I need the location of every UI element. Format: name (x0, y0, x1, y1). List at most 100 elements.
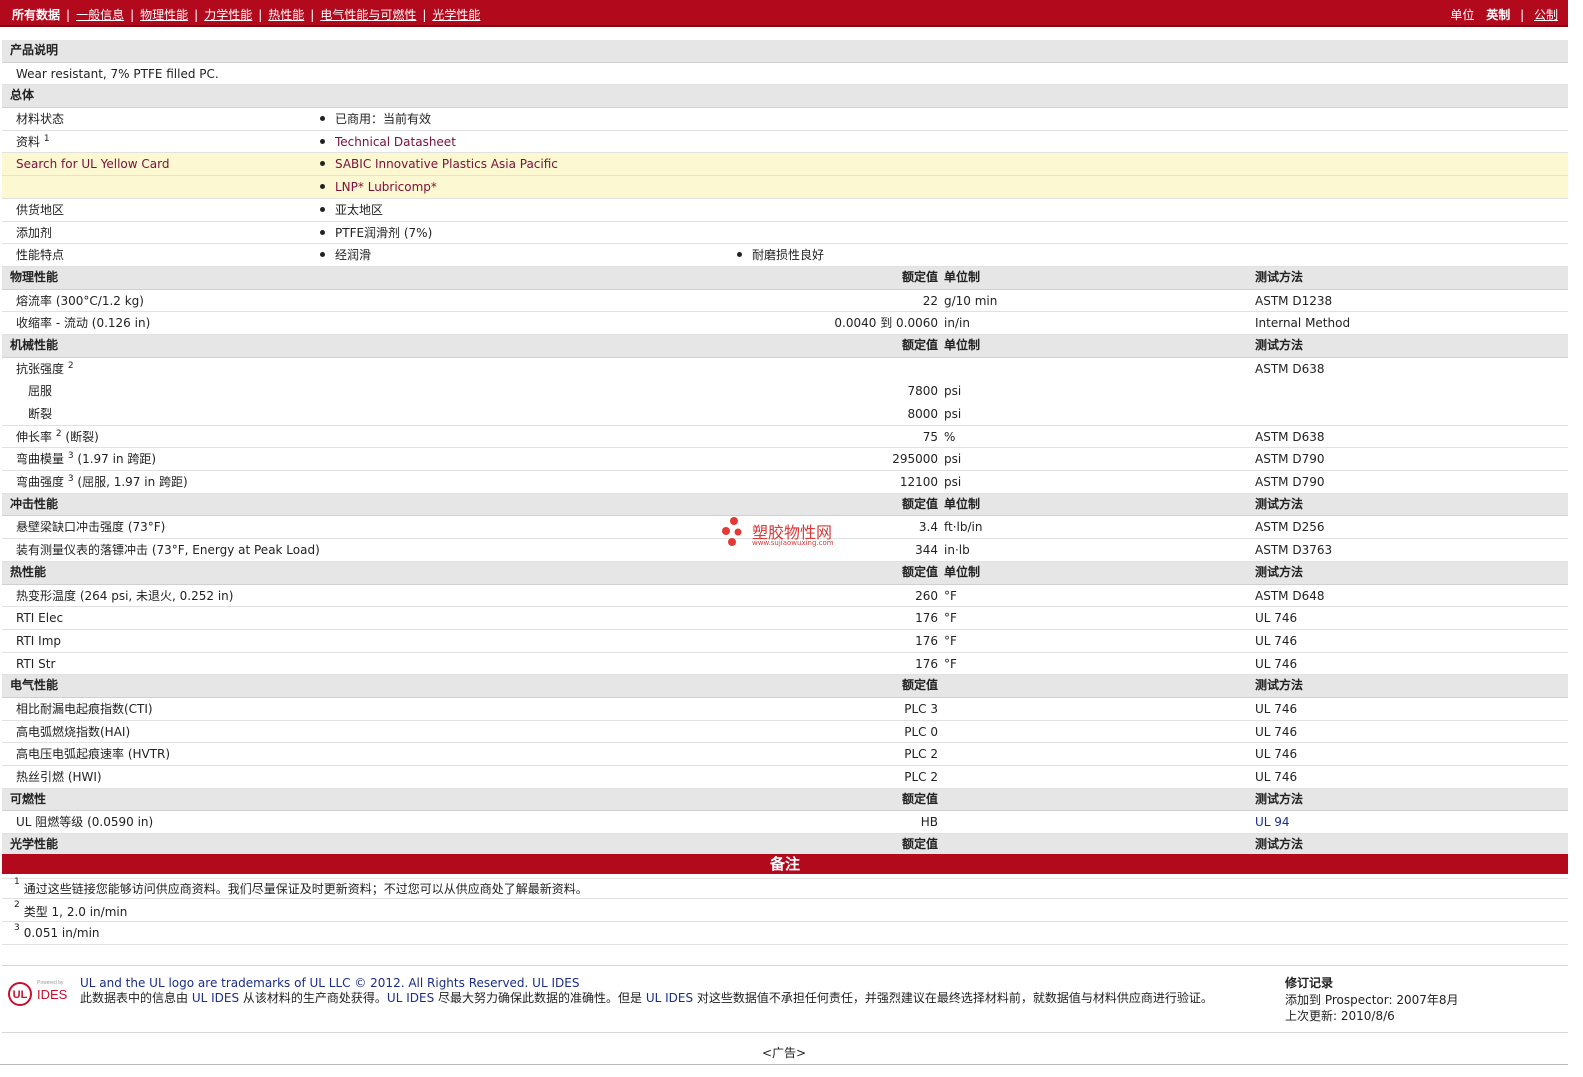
top-nav-bar: 所有数据 | 一般信息 | 物理性能 | 力学性能 | 热性能 | 电气性能与可燃性 | 光学性能 单位… (0, 0, 1568, 27)
bullet-icon (320, 229, 325, 235)
bullet-icon (320, 116, 325, 122)
property-value: 22 (922, 293, 938, 308)
property-label: 热丝引燃 (HWI) (16, 770, 102, 784)
property-label: UL 阻燃等级 (0.0590 in) (16, 815, 154, 830)
note-number: 1 (14, 877, 20, 887)
column-header-unit: 单位制 (944, 337, 981, 352)
info-value[interactable]: Technical Datasheet (320, 135, 456, 149)
column-header-value: 额定值 (901, 791, 938, 806)
test-method: ASTM D638 (1255, 429, 1325, 444)
tab-3[interactable]: 力学性能 (204, 8, 252, 22)
table-row: 伸长率 2 (断裂) 75% ASTM D638 (2, 426, 1568, 449)
test-method: ASTM D790 (1255, 475, 1325, 490)
tab-1[interactable]: 一般信息 (76, 8, 124, 22)
footnote-ref: 2 (55, 428, 62, 439)
bullet-icon (320, 184, 325, 190)
test-method: ASTM D638 (1255, 361, 1325, 376)
property-label: 装有测量仪表的落镖冲击 (73°F, Energy at Peak Load) (16, 543, 320, 558)
info-value: 耐磨损性良好 (737, 248, 824, 262)
test-method: UL 746 (1255, 701, 1298, 716)
property-label: 抗张强度 2 (16, 360, 74, 376)
unit-imperial-link[interactable]: 英制 (1486, 8, 1510, 22)
property-label: RTI Imp (16, 633, 61, 648)
property-value: 0.0040 到 0.0060 (834, 316, 938, 331)
test-method: UL 746 (1255, 724, 1298, 739)
property-unit: psi (944, 384, 962, 399)
property-label[interactable]: Search for UL Yellow Card (16, 157, 169, 171)
property-value: 75 (922, 429, 938, 444)
table-row: 抗张强度 2 ASTM D638 (2, 358, 1568, 381)
test-method: UL 746 (1255, 770, 1298, 784)
footer-text: UL and the UL logo are trademarks of UL … (80, 976, 1265, 1006)
property-label: 热变形温度 (264 psi, 未退火, 0.252 in) (16, 588, 234, 603)
watermark: 塑胶物性网 www.sujiaowuxing.com (720, 515, 860, 551)
table-row: 收缩率 - 流动 (0.126 in) 0.0040 到 0.0060 in/in I… (2, 312, 1568, 335)
property-unit: °F (944, 588, 957, 603)
property-unit: °F (944, 656, 957, 671)
property-value: 176 (915, 633, 938, 648)
column-header-unit: 单位制 (944, 269, 981, 284)
note-item: 3 0.051 in/min (2, 922, 1568, 945)
section-title: 电气性能 (10, 678, 59, 693)
disclaimer-text: 此数据表中的信息由 UL IDES 从该材料的生产商处获得。UL IDES 尽最… (80, 991, 1213, 1005)
property-value: 12100 (899, 475, 938, 490)
table-row: 弯曲强度 3 (屈服, 1.97 in 跨距) 12100 psi ASTM D790 (2, 471, 1568, 494)
property-unit: ft·lb/in (944, 520, 983, 535)
tab-2[interactable]: 物理性能 (140, 8, 188, 22)
property-label: 相比耐漏电起痕指数(CTI) (16, 701, 153, 716)
test-method: ASTM D1238 (1255, 293, 1333, 308)
section-header: 产品说明 (2, 40, 1568, 63)
section-title: 光学性能 (10, 837, 59, 852)
property-unit: °F (944, 611, 957, 626)
table-row: 断裂 8000 psi (2, 403, 1568, 426)
property-label: 材料状态 (16, 112, 65, 127)
unit-switcher: 单位 英制 | 公制 (1450, 8, 1558, 22)
footnote-ref: 1 (43, 133, 50, 144)
bottom-border (0, 1064, 1568, 1077)
table-row: 弯曲模量 3 (1.97 in 跨距) 295000 psi ASTM D790 (2, 448, 1568, 472)
unit-metric-link[interactable]: 公制 (1534, 8, 1558, 22)
section-title: 物理性能 (10, 269, 59, 284)
section-title: 冲击性能 (10, 496, 59, 511)
column-header-value: 额定值 (901, 496, 938, 511)
property-label: 性能特点 (16, 248, 65, 263)
note-text: 类型 1, 2.0 in/min (23, 905, 128, 919)
section-header: 物理性能 额定值 单位制 测试方法 (2, 266, 1568, 290)
watermark-url: www.sujiaowuxing.com (752, 539, 834, 547)
section-header: 热性能 额定值 单位制 测试方法 (2, 561, 1568, 585)
section-title: 产品说明 (10, 43, 59, 57)
tab-0[interactable]: 所有数据 (12, 8, 60, 22)
units-label: 单位 (1450, 8, 1475, 22)
tab-6[interactable]: 光学性能 (432, 8, 480, 22)
info-value[interactable]: LNP* Lubricomp* (320, 180, 437, 194)
section-title: 总体 (10, 88, 35, 103)
info-value: PTFE润滑剂 (7%) (320, 226, 432, 240)
info-value[interactable]: SABIC Innovative Plastics Asia Pacific (320, 157, 558, 171)
property-value: PLC 2 (904, 747, 938, 762)
property-value: 295000 (892, 452, 938, 467)
section-header: 冲击性能 额定值 单位制 测试方法 (2, 493, 1568, 517)
property-unit: psi (944, 452, 962, 467)
section-header: 电气性能 额定值 测试方法 (2, 675, 1568, 698)
test-method: Internal Method (1255, 316, 1351, 331)
tab-5[interactable]: 电气性能与可燃性 (320, 8, 416, 22)
tab-4[interactable]: 热性能 (268, 8, 304, 22)
table-row: RTI Elec 176 °F UL 746 (2, 607, 1568, 630)
test-method[interactable]: UL 94 (1255, 815, 1290, 829)
section-header: 可燃性 额定值 测试方法 (2, 788, 1568, 812)
property-unit: g/10 min (944, 293, 998, 308)
test-method: UL 746 (1255, 747, 1298, 762)
table-row: Search for UL Yellow Card SABIC Innovativ… (2, 153, 1568, 177)
info-value: 经润滑 (320, 248, 371, 262)
ad-placeholder[interactable]: <广告> (0, 1044, 1568, 1061)
property-label: RTI Elec (16, 611, 64, 626)
revision-history: 修订记录 添加到 Prospector: 2007年8月 上次更新: 2010/… (1285, 975, 1459, 1025)
test-method: UL 746 (1255, 656, 1298, 671)
bullet-icon (320, 161, 325, 167)
table-row: Wear resistant, 7% PTFE filled PC. (2, 63, 1568, 86)
table-row: UL 阻燃等级 (0.0590 in) HB UL 94 (2, 811, 1568, 835)
table-row: RTI Str 176 °F UL 746 (2, 653, 1568, 676)
column-header-unit: 单位制 (944, 496, 981, 511)
property-value: 176 (915, 656, 938, 671)
bullet-icon (320, 138, 325, 144)
